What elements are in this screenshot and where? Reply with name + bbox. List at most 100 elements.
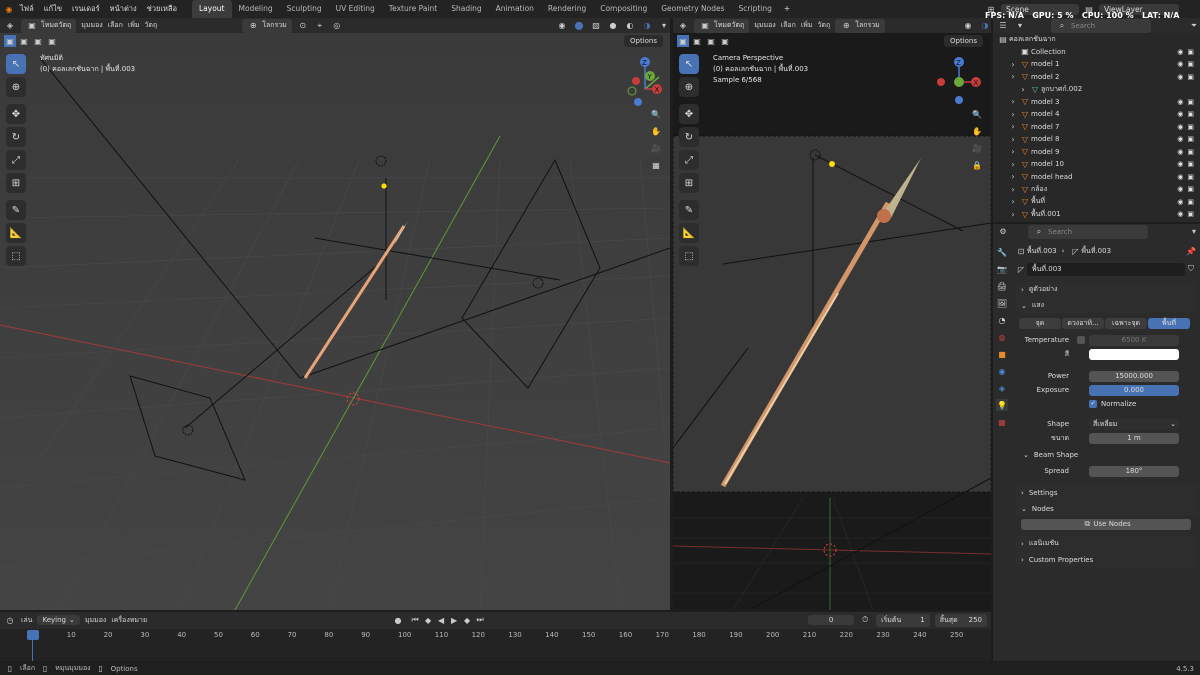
expand-chevron-icon[interactable]: › — [1017, 83, 1029, 95]
power-field[interactable]: 15000.000 — [1089, 370, 1179, 382]
light-type-spot[interactable]: เฉพาะจุด — [1105, 317, 1147, 329]
proportional-edit-icon[interactable]: ◎ — [331, 20, 343, 32]
right-orientation-select[interactable]: ⊕ โลกรวม — [835, 18, 885, 33]
jump-end-icon[interactable]: ⏭ — [474, 614, 486, 626]
temperature-field[interactable]: 6500 K — [1089, 334, 1179, 346]
tab-shading[interactable]: Shading — [444, 0, 488, 18]
render-camera-icon[interactable]: ▣ — [1187, 48, 1194, 56]
outliner-item[interactable]: › ▽ model head ◉ ▣ — [993, 171, 1200, 184]
timeline-play-menu[interactable]: เล่น — [21, 615, 32, 626]
scale-tool-icon[interactable]: ⤢ — [6, 150, 26, 170]
tab-geometry-nodes[interactable]: Geometry Nodes — [654, 0, 731, 18]
menu-edit[interactable]: แก้ไข — [39, 0, 67, 18]
light-data-tab-icon[interactable]: 💡 — [996, 399, 1008, 411]
outliner-search[interactable]: ⌕ Search — [1051, 18, 1151, 33]
right-menu-object[interactable]: วัตถุ — [817, 20, 830, 31]
expand-chevron-icon[interactable]: › — [1007, 58, 1019, 70]
eye-icon[interactable]: ◉ — [1177, 73, 1183, 81]
outliner-item[interactable]: › ▽ พื้นที่ ◉ ▣ — [993, 196, 1200, 209]
add-cube-tool-icon[interactable]: ⬚ — [6, 246, 26, 266]
expand-chevron-icon[interactable]: › — [1007, 171, 1019, 183]
jump-start-icon[interactable]: ⏮ — [409, 614, 421, 626]
outliner-editor-icon[interactable]: ☰ — [997, 20, 1009, 32]
render-camera-icon[interactable]: ▣ — [1187, 185, 1194, 193]
move-tool-icon[interactable]: ✥ — [6, 104, 26, 124]
play-reverse-icon[interactable]: ◀ — [435, 614, 447, 626]
menu-window[interactable]: หน้าต่าง — [105, 0, 142, 18]
scale-tool-icon-right[interactable]: ⤢ — [679, 150, 699, 170]
render-camera-icon[interactable]: ▣ — [1187, 160, 1194, 168]
annotate-tool-icon[interactable]: ✎ — [6, 200, 26, 220]
editor-type-icon[interactable]: ◈ — [4, 20, 16, 32]
jump-keyframe-forward-icon[interactable]: ◆ — [461, 614, 473, 626]
blender-logo-icon[interactable]: ◉ — [3, 3, 15, 15]
select-tool-icon-right[interactable]: ↖ — [679, 54, 699, 74]
visibility-icon[interactable]: ◉ — [556, 20, 568, 32]
play-icon[interactable]: ▶ — [448, 614, 460, 626]
tab-scripting[interactable]: Scripting — [732, 0, 779, 18]
shading-rendered-icon[interactable]: ◑ — [641, 20, 653, 32]
section-nodes[interactable]: ⌄ Nodes — [1015, 501, 1197, 516]
object-tab-icon[interactable]: ■ — [996, 348, 1008, 360]
fake-user-shield-icon[interactable]: ⛉ — [1185, 263, 1197, 275]
datablock-type-icon[interactable]: ◸ — [1015, 263, 1027, 275]
filter-funnel-icon[interactable]: ⏷ — [1188, 20, 1200, 32]
use-nodes-button[interactable]: ⧉ Use Nodes — [1021, 518, 1191, 530]
select-new-icon-right[interactable]: ▣ — [677, 35, 689, 47]
expand-chevron-icon[interactable]: › — [1007, 146, 1019, 158]
eye-icon[interactable]: ◉ — [1177, 123, 1183, 131]
expand-chevron-icon[interactable]: › — [1007, 208, 1019, 220]
section-custom-properties[interactable]: › Custom Properties — [1015, 552, 1197, 567]
section-preview[interactable]: › ดูตัวอย่าง — [1015, 282, 1197, 297]
pin-icon[interactable]: 📌 — [1185, 245, 1197, 257]
stopwatch-icon[interactable]: ⏱ — [859, 614, 871, 626]
overlay-icon[interactable]: ⬤ — [573, 20, 585, 32]
record-icon[interactable]: ● — [392, 614, 404, 626]
size-field[interactable]: 1 m — [1089, 432, 1179, 444]
menu-help[interactable]: ช่วยเหลือ — [142, 0, 182, 18]
eye-icon[interactable]: ◉ — [1177, 148, 1183, 156]
transform-tool-icon-right[interactable]: ⊞ — [679, 173, 699, 193]
timeline-editor-icon[interactable]: ◷ — [4, 614, 16, 626]
expand-chevron-icon[interactable]: › — [1007, 121, 1019, 133]
camera-view-icon[interactable]: 🎥 — [650, 142, 662, 154]
temperature-checkbox[interactable] — [1077, 336, 1085, 344]
expand-chevron-icon[interactable]: › — [1007, 96, 1019, 108]
eye-icon[interactable]: ◉ — [1177, 198, 1183, 206]
start-frame-field[interactable]: เริ่มต้น 1 — [876, 613, 930, 627]
keying-select[interactable]: Keying ⌄ — [37, 615, 80, 625]
expand-chevron-icon[interactable]: › — [1007, 133, 1019, 145]
outliner-item[interactable]: › ▽ model 9 ◉ ▣ — [993, 146, 1200, 159]
eye-icon[interactable]: ◉ — [1177, 173, 1183, 181]
left-menu-add[interactable]: เพิ่ม — [128, 20, 140, 31]
left-options-button[interactable]: Options — [624, 35, 664, 47]
physics-tab-icon[interactable]: ◉ — [996, 365, 1008, 377]
outliner-item[interactable]: › ▽ model 7 ◉ ▣ — [993, 121, 1200, 134]
jump-keyframe-back-icon[interactable]: ◆ — [422, 614, 434, 626]
zoom-icon[interactable]: 🔍 — [650, 108, 662, 120]
render-camera-icon[interactable]: ▣ — [1187, 173, 1194, 181]
right-mode-select[interactable]: ▣ โหมดวัตถุ — [694, 18, 750, 33]
left-menu-view[interactable]: มุมมอง — [81, 20, 102, 31]
expand-chevron-icon[interactable]: › — [1007, 108, 1019, 120]
tab-compositing[interactable]: Compositing — [593, 0, 654, 18]
light-type-point[interactable]: จุด — [1019, 317, 1061, 329]
select-invert-icon[interactable]: ▣ — [46, 35, 58, 47]
section-animation[interactable]: › แอนิเมชัน — [1015, 536, 1197, 551]
eye-icon[interactable]: ◉ — [1177, 135, 1183, 143]
select-tool-icon[interactable]: ↖ — [6, 54, 26, 74]
timeline-marker-menu[interactable]: เครื่องหมาย — [111, 615, 147, 626]
rotate-tool-icon-right[interactable]: ↻ — [679, 127, 699, 147]
render-camera-icon[interactable]: ▣ — [1187, 135, 1194, 143]
menu-file[interactable]: ไฟล์ — [15, 0, 39, 18]
section-light[interactable]: ⌄ แสง — [1015, 298, 1197, 313]
timeline-track[interactable]: 0102030405060708090100110120130140150160… — [0, 629, 991, 661]
texture-tab-icon[interactable]: ▦ — [996, 416, 1008, 428]
xray-icon[interactable]: ▧ — [590, 20, 602, 32]
render-tab-icon[interactable]: 📷 — [996, 263, 1008, 275]
outliner-root[interactable]: ▤ คอลเลกชันฉาก — [993, 33, 1200, 46]
eye-icon[interactable]: ◉ — [1177, 210, 1183, 218]
pan-hand-icon[interactable]: ✋ — [650, 125, 662, 137]
cursor-tool-icon[interactable]: ⊕ — [6, 77, 26, 97]
left-menu-object[interactable]: วัตถุ — [144, 20, 157, 31]
